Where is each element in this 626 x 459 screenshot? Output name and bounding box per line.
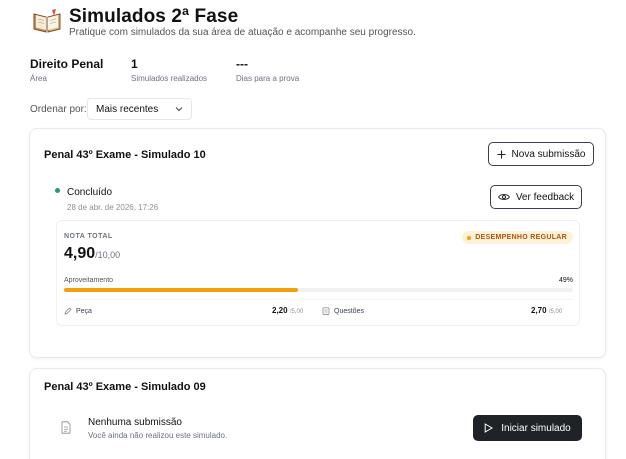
view-feedback-label: Ver feedback xyxy=(515,191,575,203)
grade-summary: NOTA TOTAL 4,90/10,00 DESEMPENHO REGULAR… xyxy=(56,220,580,326)
progress-percent: 49% xyxy=(558,277,573,284)
submission-status: Concluído xyxy=(67,187,113,198)
performance-badge-label: DESEMPENHO REGULAR xyxy=(475,234,567,241)
criterion-score-max: /5,00 xyxy=(289,309,304,315)
exam-card: Penal 43º Exame - Simulado 10 Nova submi… xyxy=(29,128,606,358)
grade-score: 4,90 xyxy=(64,245,96,262)
play-icon xyxy=(484,423,494,433)
stat-dias-para-prova: --- Dias para a prova xyxy=(236,57,299,83)
sort-select[interactable]: Mais recentes xyxy=(87,98,192,120)
criterion-score: 2,70 /5,00 xyxy=(531,306,562,315)
sort-label: Ordenar por: xyxy=(30,104,87,115)
empty-title: Nenhuma submissão xyxy=(88,417,182,428)
exam-title: Penal 43º Exame - Simulado 09 xyxy=(44,381,206,393)
status-dot xyxy=(55,188,60,193)
start-simulado-label: Iniciar simulado xyxy=(501,422,571,434)
exam-title: Penal 43º Exame - Simulado 10 xyxy=(44,149,206,161)
criterion-score-value: 2,70 xyxy=(531,306,547,315)
grade-max: /10,00 xyxy=(95,250,121,260)
submission-date: 28 de abr. de 2026, 17:26 xyxy=(67,203,159,212)
new-submission-label: Nova submissão xyxy=(511,148,586,160)
stat-value: 1 xyxy=(131,57,138,71)
document-icon xyxy=(61,421,71,434)
stat-value: --- xyxy=(236,57,248,71)
empty-subtitle: Você ainda não realizou este simulado. xyxy=(88,431,228,440)
page-subtitle: Pratique com simulados da sua área de at… xyxy=(69,27,416,38)
grade-label: NOTA TOTAL xyxy=(64,233,113,240)
grade-value: 4,90/10,00 xyxy=(64,245,120,263)
criterion-label: Peça xyxy=(76,307,92,315)
stat-label: Área xyxy=(30,74,47,83)
criterion-label: Questões xyxy=(334,307,364,315)
stat-simulados-realizados: 1 Simulados realizados xyxy=(131,57,207,83)
list-icon xyxy=(322,307,330,315)
stat-area: Direito Penal Área xyxy=(30,57,103,83)
page-title: Simulados 2ª Fase xyxy=(69,6,239,27)
performance-badge: DESEMPENHO REGULAR xyxy=(462,231,573,244)
sort-selected-value: Mais recentes xyxy=(96,103,159,115)
chevron-down-icon xyxy=(175,107,183,112)
plus-icon xyxy=(497,150,506,158)
criterion-peca: Peça xyxy=(64,307,92,315)
pen-icon xyxy=(64,307,72,315)
criterion-score: 2,20 /5,00 xyxy=(272,306,303,315)
view-feedback-button[interactable]: Ver feedback xyxy=(490,185,582,209)
stat-label: Simulados realizados xyxy=(131,74,208,83)
stat-value: Direito Penal xyxy=(30,57,104,71)
exam-card: Penal 43º Exame - Simulado 09 Nenhuma su… xyxy=(29,368,606,459)
open-book-icon xyxy=(33,9,61,33)
start-simulado-button[interactable]: Iniciar simulado xyxy=(473,415,582,441)
criterion-questoes: Questões xyxy=(322,307,364,315)
progress-label: Aproveitamento xyxy=(64,277,114,284)
stat-label: Dias para a prova xyxy=(236,74,300,83)
divider xyxy=(64,299,573,300)
progress-bar-fill xyxy=(64,288,299,292)
criterion-score-max: /5,00 xyxy=(548,309,563,315)
criterion-score-value: 2,20 xyxy=(272,306,288,315)
new-submission-button[interactable]: Nova submissão xyxy=(488,142,594,166)
badge-dot xyxy=(467,235,472,240)
eye-icon xyxy=(497,194,510,200)
progress-bar xyxy=(64,288,573,292)
